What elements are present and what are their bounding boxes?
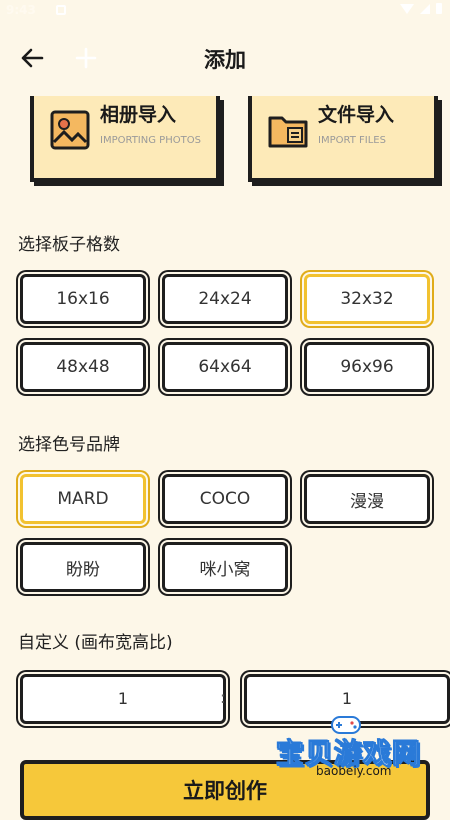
import-row: 相册导入 IMPORTING PHOTOS 文件导入 IMPORT FILES [0,96,450,190]
custom-ratio-label: 自定义 (画布宽高比) [18,633,173,653]
brand-option-panpan[interactable]: 盼盼 [20,542,146,592]
import-files-card[interactable]: 文件导入 IMPORT FILES [248,96,438,182]
photo-album-icon [50,110,90,150]
battery-icon [436,3,442,14]
grid-option-16x16[interactable]: 16x16 [20,274,146,324]
import-files-subtitle: IMPORT FILES [318,135,386,146]
folder-icon [268,116,308,148]
status-time: 9:43 [6,3,36,17]
grid-option-64x64[interactable]: 64x64 [162,342,288,392]
watermark: 宝贝游戏网 baobeiy.com [272,712,432,784]
status-icons [400,3,442,14]
import-photos-subtitle: IMPORTING PHOTOS [100,135,201,146]
grid-option-96x96[interactable]: 96x96 [304,342,430,392]
import-files-title: 文件导入 [318,104,395,126]
app-bar: 添加 [0,24,450,88]
watermark-url: baobeiy.com [316,764,392,778]
brand-option-mixiaowo[interactable]: 咪小窝 [162,542,288,592]
brand-option-coco[interactable]: COCO [162,474,288,524]
ratio-separator: : [220,688,226,707]
grid-section-label: 选择板子格数 [18,235,120,255]
wifi-icon [400,3,414,14]
grid-option-48x48[interactable]: 48x48 [20,342,146,392]
notification-icon [56,5,66,15]
grid-option-32x32[interactable]: 32x32 [304,274,430,324]
status-bar: 9:43 [0,0,450,24]
signal-icon [420,3,430,14]
grid-option-24x24[interactable]: 24x24 [162,274,288,324]
brand-section-label: 选择色号品牌 [18,435,120,455]
ratio-width-input[interactable]: 1 [20,674,226,724]
brand-option-manman[interactable]: 漫漫 [304,474,430,524]
brand-option-mard[interactable]: MARD [20,474,146,524]
page-title: 添加 [204,48,246,72]
import-photos-card[interactable]: 相册导入 IMPORTING PHOTOS [30,96,220,182]
import-photos-title: 相册导入 [100,104,177,126]
